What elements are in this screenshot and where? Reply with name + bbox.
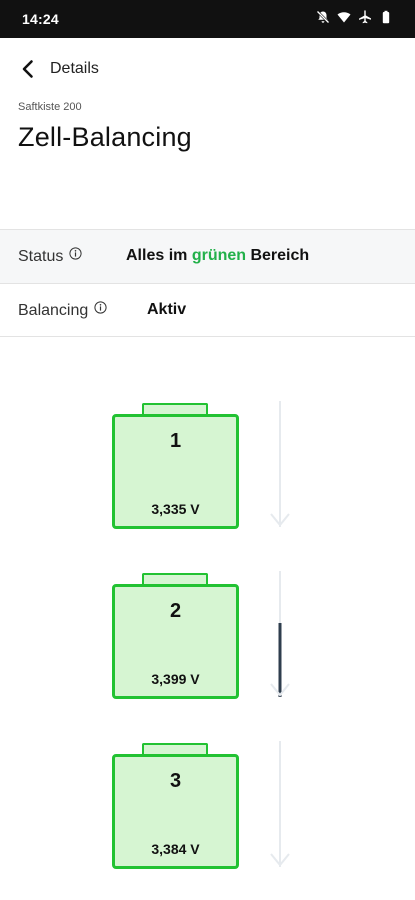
status-highlight: grünen [191, 247, 247, 264]
cell-voltage: 3,399 V [151, 671, 200, 687]
balancing-row: Balancing Aktiv [0, 283, 415, 337]
back-label: Details [50, 60, 99, 77]
status-label: Status [18, 248, 64, 265]
cell-voltage: 3,384 V [151, 841, 200, 857]
battery-icon [379, 10, 393, 24]
cell-number: 1 [169, 430, 182, 452]
info-icon[interactable] [69, 246, 82, 260]
cell-number: 3 [169, 770, 182, 792]
balancing-flow-indicator [270, 741, 290, 867]
status-row: Status Alles im grünen Bereich [0, 229, 415, 283]
cell-voltage: 3,335 V [151, 501, 200, 517]
status-time: 14:24 [22, 11, 59, 27]
wifi-icon [337, 10, 351, 24]
airplane-icon [358, 10, 372, 24]
back-button[interactable]: Details [16, 56, 99, 82]
cell-body: 1 3,335 V [112, 414, 239, 529]
balancing-flow-indicator [270, 571, 290, 697]
cell-number: 2 [169, 600, 182, 622]
status-bar: 14:24 [0, 0, 415, 38]
cell-body: 2 3,399 V [112, 584, 239, 699]
device-name: Saftkiste 200 [18, 101, 82, 113]
balancing-value: Aktiv [147, 301, 187, 318]
page-title: Zell-Balancing [18, 122, 192, 152]
cell-body: 3 3,384 V [112, 754, 239, 869]
balancing-flow-indicator [270, 401, 290, 527]
status-value: Alles im grünen Bereich [126, 247, 310, 264]
bell-off-icon [316, 10, 330, 24]
info-icon[interactable] [94, 300, 107, 314]
chevron-left-icon [22, 60, 33, 78]
balancing-label: Balancing [18, 302, 89, 319]
